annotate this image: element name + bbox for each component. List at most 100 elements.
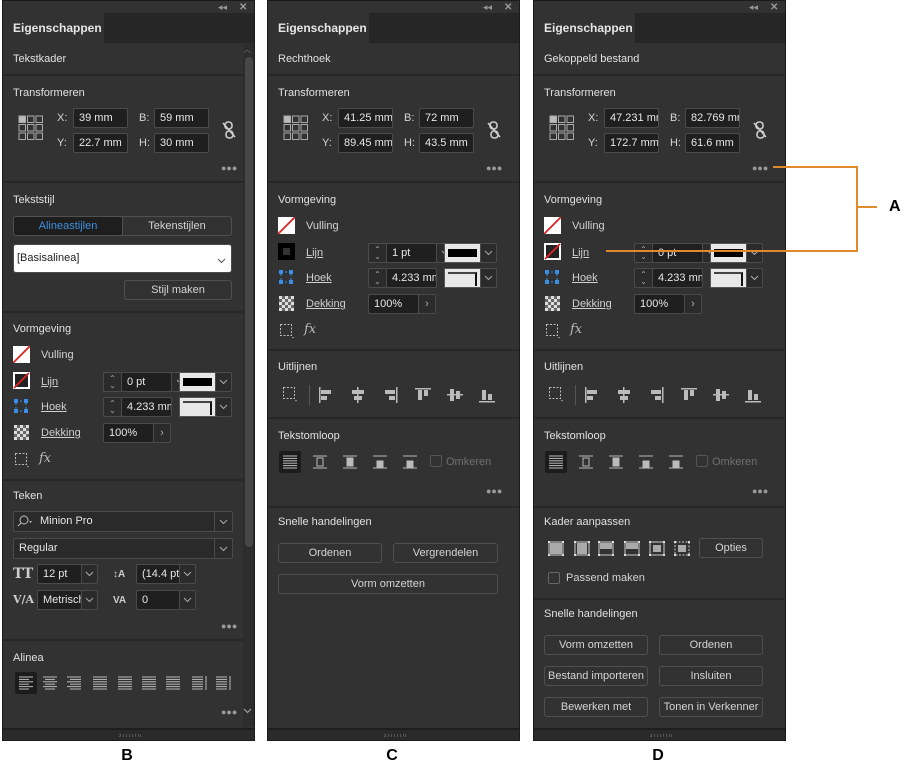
x-input[interactable]: 39 mm <box>73 108 128 128</box>
corner-shape-swatch[interactable] <box>179 397 216 417</box>
justify-right-icon[interactable] <box>138 672 160 694</box>
stroke-weight-input[interactable]: 1 pt <box>386 243 437 263</box>
fill-frame-proportionally-icon[interactable] <box>547 540 565 557</box>
stroke-type-dropdown[interactable] <box>480 243 497 263</box>
opacity-input[interactable]: 100% <box>368 294 419 314</box>
fx-effects-button[interactable]: fx <box>304 322 316 338</box>
align-bottom-edges-icon[interactable] <box>745 387 761 403</box>
opacity-slider-button[interactable]: › <box>684 294 702 314</box>
align-right-edges-icon[interactable] <box>383 387 399 403</box>
kerning-dropdown[interactable] <box>81 590 98 610</box>
leading-dropdown[interactable] <box>179 564 196 584</box>
justify-center-icon[interactable] <box>114 672 136 694</box>
stroke-label[interactable]: Lijn <box>572 245 589 261</box>
corner-size-input[interactable]: 4.233 mm <box>652 268 703 288</box>
corner-label[interactable]: Hoek <box>306 270 332 286</box>
corner-shape-dropdown[interactable] <box>746 268 763 288</box>
corner-icon[interactable] <box>544 269 560 285</box>
reveal-in-explorer-button[interactable]: Tonen in Verkenner <box>659 697 763 717</box>
stroke-type-dropdown[interactable] <box>215 372 232 392</box>
import-file-button[interactable]: Bestand importeren <box>544 666 648 686</box>
corner-size-stepper[interactable]: ⌃ ⌄ <box>634 268 653 288</box>
align-top-edges-icon[interactable] <box>415 387 431 403</box>
align-to-selection-icon[interactable] <box>548 386 568 404</box>
align-left-icon[interactable] <box>15 672 37 694</box>
more-options-button[interactable]: ●●● <box>221 160 237 176</box>
tracking-dropdown[interactable] <box>179 590 196 610</box>
stroke-weight-stepper[interactable]: ⌃ ⌄ <box>634 243 653 263</box>
wrap-around-bounding-box-icon[interactable] <box>575 451 597 473</box>
align-top-edges-icon[interactable] <box>681 387 697 403</box>
width-input[interactable]: 59 mm <box>154 108 209 128</box>
close-icon[interactable]: ✕ <box>239 1 251 13</box>
corner-size-stepper[interactable]: ⌃ ⌄ <box>103 397 122 417</box>
corner-label[interactable]: Hoek <box>572 270 598 286</box>
more-options-button[interactable]: ●●● <box>752 483 768 499</box>
wrap-around-object-shape-icon[interactable] <box>605 451 627 473</box>
convert-shape-button[interactable]: Vorm omzetten <box>544 635 648 655</box>
x-input[interactable]: 47.231 mm <box>604 108 659 128</box>
content-aware-fit-icon[interactable] <box>673 540 691 557</box>
corner-size-input[interactable]: 4.233 mm <box>121 397 172 417</box>
more-options-button[interactable]: ●●● <box>486 160 502 176</box>
kerning-input[interactable]: Metrisch <box>37 590 82 610</box>
fit-frame-to-content-icon[interactable] <box>597 540 615 557</box>
stroke-weight-stepper[interactable]: ⌃ ⌄ <box>103 372 122 392</box>
chevron-down-icon[interactable] <box>214 511 233 532</box>
corner-shape-swatch[interactable] <box>710 268 747 288</box>
tracking-input[interactable]: 0 <box>136 590 181 610</box>
height-input[interactable]: 30 mm <box>154 133 209 153</box>
edit-with-button[interactable]: Bewerken met <box>544 697 648 717</box>
align-to-selection-icon[interactable] <box>282 386 302 404</box>
opacity-input[interactable]: 100% <box>103 423 154 443</box>
font-style-dropdown[interactable]: Regular <box>13 538 233 559</box>
convert-shape-button[interactable]: Vorm omzetten <box>278 574 498 594</box>
justify-left-icon[interactable] <box>89 672 111 694</box>
width-input[interactable]: 82.769 mm <box>685 108 740 128</box>
fit-content-to-frame-icon[interactable] <box>623 540 641 557</box>
more-options-button[interactable]: ●●● <box>752 160 768 176</box>
reference-point-icon[interactable] <box>18 115 44 141</box>
align-vertical-centers-icon[interactable] <box>713 387 729 403</box>
jump-object-icon[interactable] <box>635 451 657 473</box>
height-input[interactable]: 43.5 mm <box>419 133 474 153</box>
align-center-icon[interactable] <box>39 672 61 694</box>
align-horizontal-centers-icon[interactable] <box>616 387 632 403</box>
opacity-label[interactable]: Dekking <box>41 425 81 441</box>
stroke-weight-input[interactable]: 0 pt <box>121 372 172 392</box>
arrange-button[interactable]: Ordenen <box>278 543 382 563</box>
center-content-icon[interactable] <box>648 540 666 557</box>
corner-label[interactable]: Hoek <box>41 399 67 415</box>
font-size-dropdown[interactable] <box>81 564 98 584</box>
invert-checkbox[interactable] <box>696 455 708 467</box>
align-left-edges-icon[interactable] <box>584 387 600 403</box>
align-right-icon[interactable] <box>63 672 85 694</box>
collapse-icon[interactable]: ◂◂ <box>218 1 232 13</box>
fill-swatch-icon[interactable] <box>543 216 562 235</box>
jump-to-next-column-icon[interactable] <box>399 451 421 473</box>
close-icon[interactable]: ✕ <box>504 1 516 13</box>
corner-shape-dropdown[interactable] <box>215 397 232 417</box>
stroke-weight-stepper[interactable]: ⌃ ⌄ <box>368 243 387 263</box>
embed-button[interactable]: Insluiten <box>659 666 763 686</box>
opacity-slider-button[interactable]: › <box>418 294 436 314</box>
stroke-weight-input[interactable]: 0 pt <box>652 243 703 263</box>
fitting-options-button[interactable]: Opties <box>699 538 763 558</box>
fx-effects-button[interactable]: fx <box>39 451 51 467</box>
jump-object-icon[interactable] <box>369 451 391 473</box>
frame-effects-icon[interactable] <box>14 452 30 468</box>
stroke-type-swatch[interactable] <box>444 243 481 263</box>
tab-eigenschappen[interactable]: Eigenschappen <box>534 13 635 43</box>
justify-all-icon[interactable] <box>162 672 184 694</box>
opacity-label[interactable]: Dekking <box>306 296 346 312</box>
align-right-edges-icon[interactable] <box>649 387 665 403</box>
stroke-type-dropdown[interactable] <box>746 243 763 263</box>
corner-icon[interactable] <box>278 269 294 285</box>
height-input[interactable]: 61.6 mm <box>685 133 740 153</box>
arrange-button[interactable]: Ordenen <box>659 635 763 655</box>
invert-checkbox[interactable] <box>430 455 442 467</box>
stroke-swatch-icon[interactable] <box>544 243 561 260</box>
corner-shape-dropdown[interactable] <box>480 268 497 288</box>
align-horizontal-centers-icon[interactable] <box>350 387 366 403</box>
corner-shape-swatch[interactable] <box>444 268 481 288</box>
